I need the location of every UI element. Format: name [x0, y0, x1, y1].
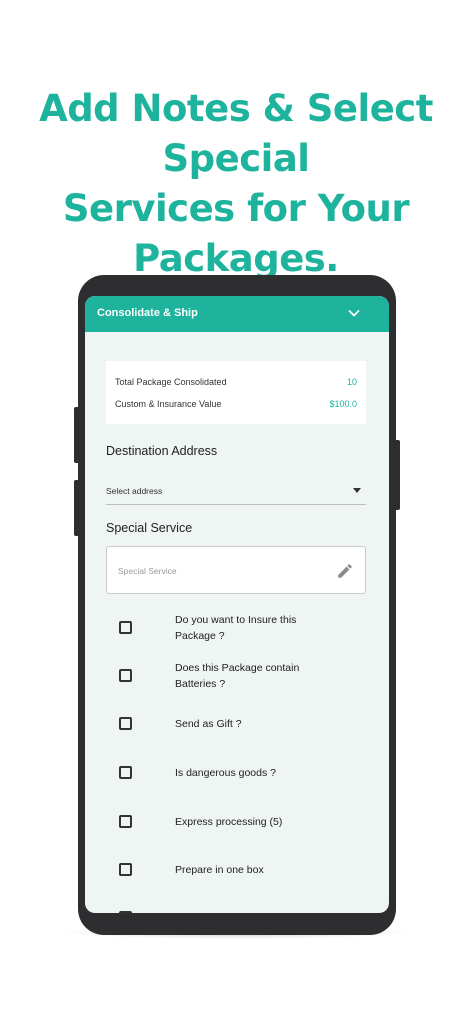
- checkbox[interactable]: [119, 766, 132, 779]
- special-service-input[interactable]: Special Service: [106, 546, 366, 594]
- dropdown-caret-icon: [353, 488, 361, 493]
- promo-headline-line-1: Add Notes & Select Special: [39, 87, 433, 180]
- app-bar: Consolidate & Ship: [85, 296, 389, 332]
- package-summary-card: Total Package Consolidated 10 Custom & I…: [106, 361, 366, 424]
- option-label: Does this Package contain Batteries ?: [175, 662, 300, 690]
- summary-value: 10: [346, 377, 357, 387]
- checkbox[interactable]: [119, 621, 132, 634]
- checkbox[interactable]: [119, 863, 132, 876]
- checkbox[interactable]: [119, 669, 132, 682]
- summary-row-insurance-value: Custom & Insurance Value $100.0: [115, 399, 357, 409]
- option-label: Send as Gift ?: [175, 718, 242, 730]
- special-service-placeholder: Special Service: [118, 566, 177, 576]
- option-label: Do you want to Insure this Package ?: [175, 614, 297, 642]
- promo-headline-line-2: Services for Your Packages.: [62, 187, 410, 280]
- summary-label: Custom & Insurance Value: [115, 399, 222, 409]
- option-label: Prepare in one box: [175, 864, 264, 876]
- checkbox[interactable]: [119, 815, 132, 828]
- chevron-down-icon[interactable]: [347, 306, 361, 320]
- option-label: Is dangerous goods ?: [175, 767, 276, 779]
- destination-address-title: Destination Address: [106, 444, 218, 458]
- summary-row-total-packages: Total Package Consolidated 10: [115, 377, 357, 387]
- phone-screen: Consolidate & Ship Total Package Consoli…: [85, 296, 389, 913]
- app-bar-title: Consolidate & Ship: [97, 307, 198, 319]
- address-select[interactable]: Select address: [106, 480, 366, 505]
- pencil-icon[interactable]: [336, 562, 354, 580]
- special-service-title: Special Service: [106, 521, 193, 535]
- summary-label: Total Package Consolidated: [115, 377, 227, 387]
- checkbox: [119, 911, 132, 913]
- promo-headline: Add Notes & Select Special Services for …: [0, 84, 472, 284]
- app-store-screenshot: Add Notes & Select Special Services for …: [0, 0, 472, 1024]
- summary-value: $100.0: [329, 399, 357, 409]
- address-select-value: Select address: [106, 486, 163, 496]
- checkbox[interactable]: [119, 717, 132, 730]
- option-label: Express processing (5): [175, 816, 283, 828]
